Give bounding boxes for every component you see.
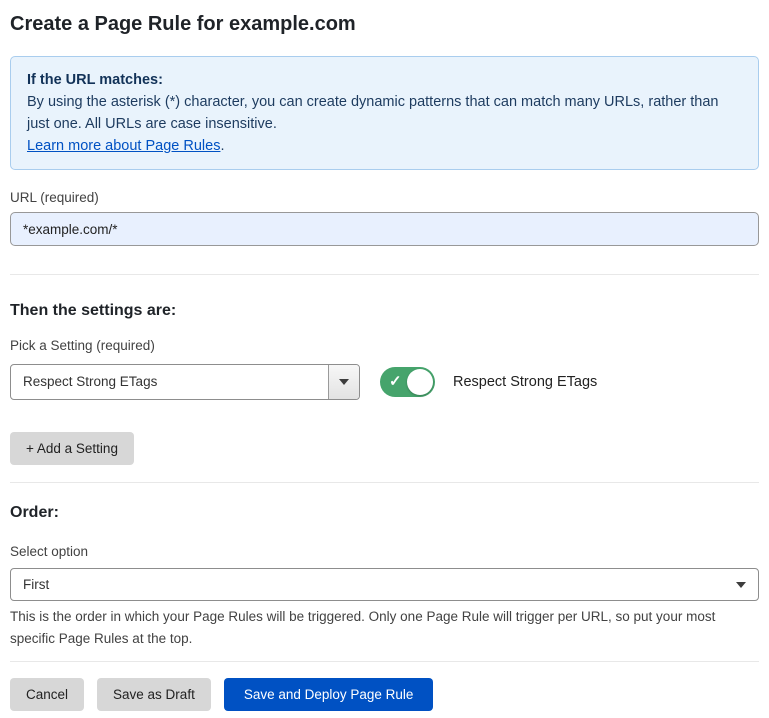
deploy-button[interactable]: Save and Deploy Page Rule — [224, 678, 434, 711]
toggle-label: Respect Strong ETags — [453, 374, 597, 390]
info-heading: If the URL matches: — [27, 69, 742, 91]
divider — [10, 274, 759, 275]
settings-heading: Then the settings are: — [10, 301, 759, 320]
etags-toggle[interactable]: ✓ — [380, 367, 435, 397]
order-select-value: First — [23, 577, 49, 592]
page-title: Create a Page Rule for example.com — [10, 12, 759, 36]
page-rules-link[interactable]: Learn more about Page Rules — [27, 138, 220, 154]
order-select[interactable]: First — [10, 568, 759, 601]
url-label: URL (required) — [10, 190, 759, 205]
info-box: If the URL matches: By using the asteris… — [10, 56, 759, 170]
url-input[interactable] — [10, 212, 759, 246]
info-link-line: Learn more about Page Rules. — [27, 135, 742, 157]
pick-setting-label: Pick a Setting (required) — [10, 338, 759, 353]
divider — [10, 661, 759, 662]
setting-select[interactable]: Respect Strong ETags — [10, 364, 360, 400]
add-setting-button[interactable]: + Add a Setting — [10, 432, 134, 465]
save-draft-button[interactable]: Save as Draft — [97, 678, 211, 711]
order-heading: Order: — [10, 503, 759, 522]
chevron-down-icon — [339, 379, 349, 385]
order-select-label: Select option — [10, 544, 759, 559]
check-icon: ✓ — [389, 372, 402, 392]
divider — [10, 482, 759, 483]
setting-row: Respect Strong ETags ✓ Respect Strong ET… — [10, 364, 759, 400]
chevron-down-icon — [736, 582, 746, 588]
cancel-button[interactable]: Cancel — [10, 678, 84, 711]
toggle-knob — [407, 369, 433, 395]
link-period: . — [220, 138, 224, 154]
order-help-text: This is the order in which your Page Rul… — [10, 606, 759, 650]
info-body: By using the asterisk (*) character, you… — [27, 91, 742, 135]
setting-dropdown-button[interactable] — [328, 365, 359, 399]
page-rule-form: Create a Page Rule for example.com If th… — [0, 0, 769, 711]
setting-select-value: Respect Strong ETags — [11, 365, 328, 399]
footer-buttons: Cancel Save as Draft Save and Deploy Pag… — [10, 678, 759, 711]
